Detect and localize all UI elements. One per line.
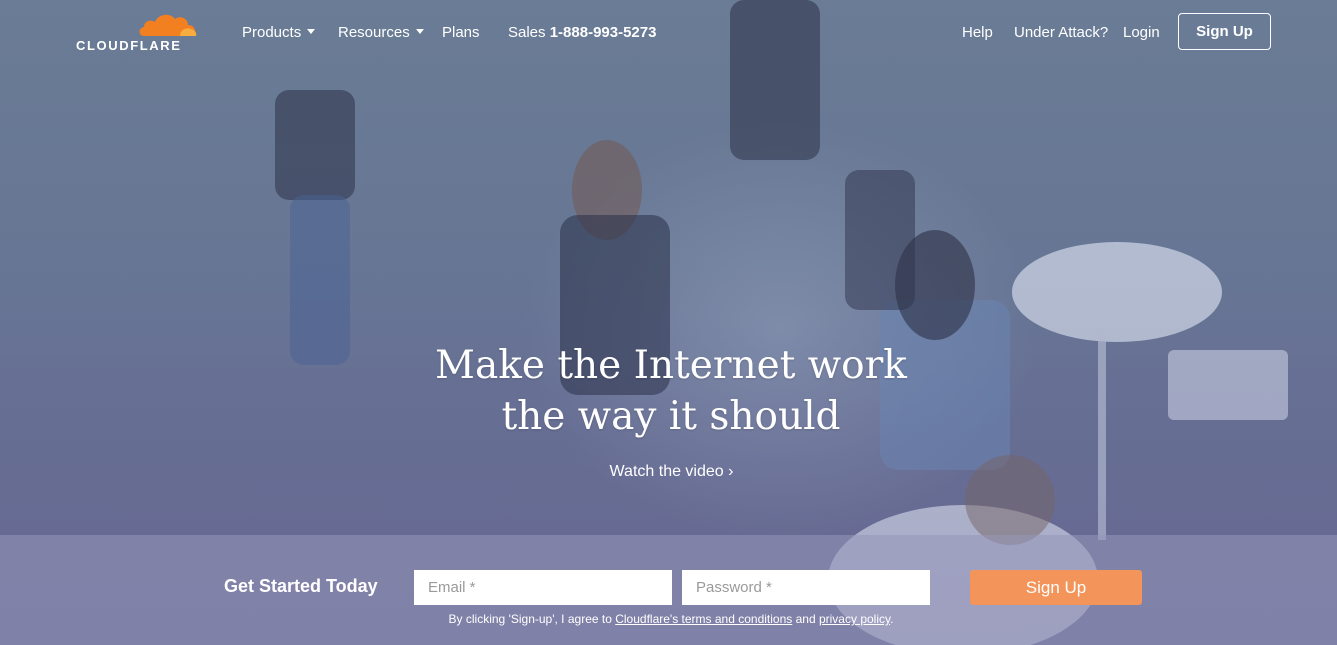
watch-video-label[interactable]: Watch the video › [610, 463, 734, 480]
headline-line-1: Make the Internet work [435, 343, 907, 388]
nav-login[interactable]: Login [1123, 24, 1160, 41]
legal-suffix: . [890, 612, 894, 626]
email-field[interactable] [414, 570, 672, 605]
headline-line-2: the way it should [501, 394, 841, 439]
legal-prefix: By clicking 'Sign-up', I agree to [448, 612, 616, 626]
caret-down-icon [307, 29, 316, 34]
brand-wordmark: CLOUDFLARE [76, 38, 182, 53]
legal-notice: By clicking 'Sign-up', I agree to Cloudf… [0, 612, 1337, 626]
header-signup-button[interactable]: Sign Up [1178, 13, 1271, 50]
nav-resources-label: Resources [338, 24, 410, 41]
privacy-policy-link[interactable]: privacy policy [819, 612, 890, 626]
sales-label: Sales [508, 24, 546, 41]
sales-phone-number[interactable]: 1-888-993-5273 [550, 24, 657, 41]
terms-link[interactable]: Cloudflare's terms and conditions [615, 612, 792, 626]
get-started-title: Get Started Today [224, 576, 378, 596]
nav-products[interactable]: Products [242, 24, 316, 41]
hero-headline: Make the Internet work the way it should [0, 340, 1337, 442]
cloudflare-logo[interactable]: CLOUDFLARE [76, 10, 206, 54]
nav-products-label: Products [242, 24, 302, 41]
nav-resources[interactable]: Resources [338, 24, 424, 41]
cloud-icon [139, 14, 197, 36]
nav-sales[interactable]: Sales 1-888-993-5273 [508, 24, 656, 41]
nav-plans[interactable]: Plans [442, 24, 480, 41]
top-navigation: CLOUDFLARE Products Resources Plans Sale… [0, 0, 1337, 66]
watch-video-link[interactable]: Watch the video › [0, 463, 1337, 481]
signup-submit-button[interactable]: Sign Up [970, 570, 1142, 605]
password-field[interactable] [682, 570, 930, 605]
caret-down-icon [415, 29, 424, 34]
nav-under-attack[interactable]: Under Attack? [1014, 24, 1108, 41]
legal-and: and [792, 612, 819, 626]
signup-bar: Get Started Today Sign Up By clicking 'S… [0, 535, 1337, 645]
nav-help[interactable]: Help [962, 24, 993, 41]
hero-section: CLOUDFLARE Products Resources Plans Sale… [0, 0, 1337, 645]
